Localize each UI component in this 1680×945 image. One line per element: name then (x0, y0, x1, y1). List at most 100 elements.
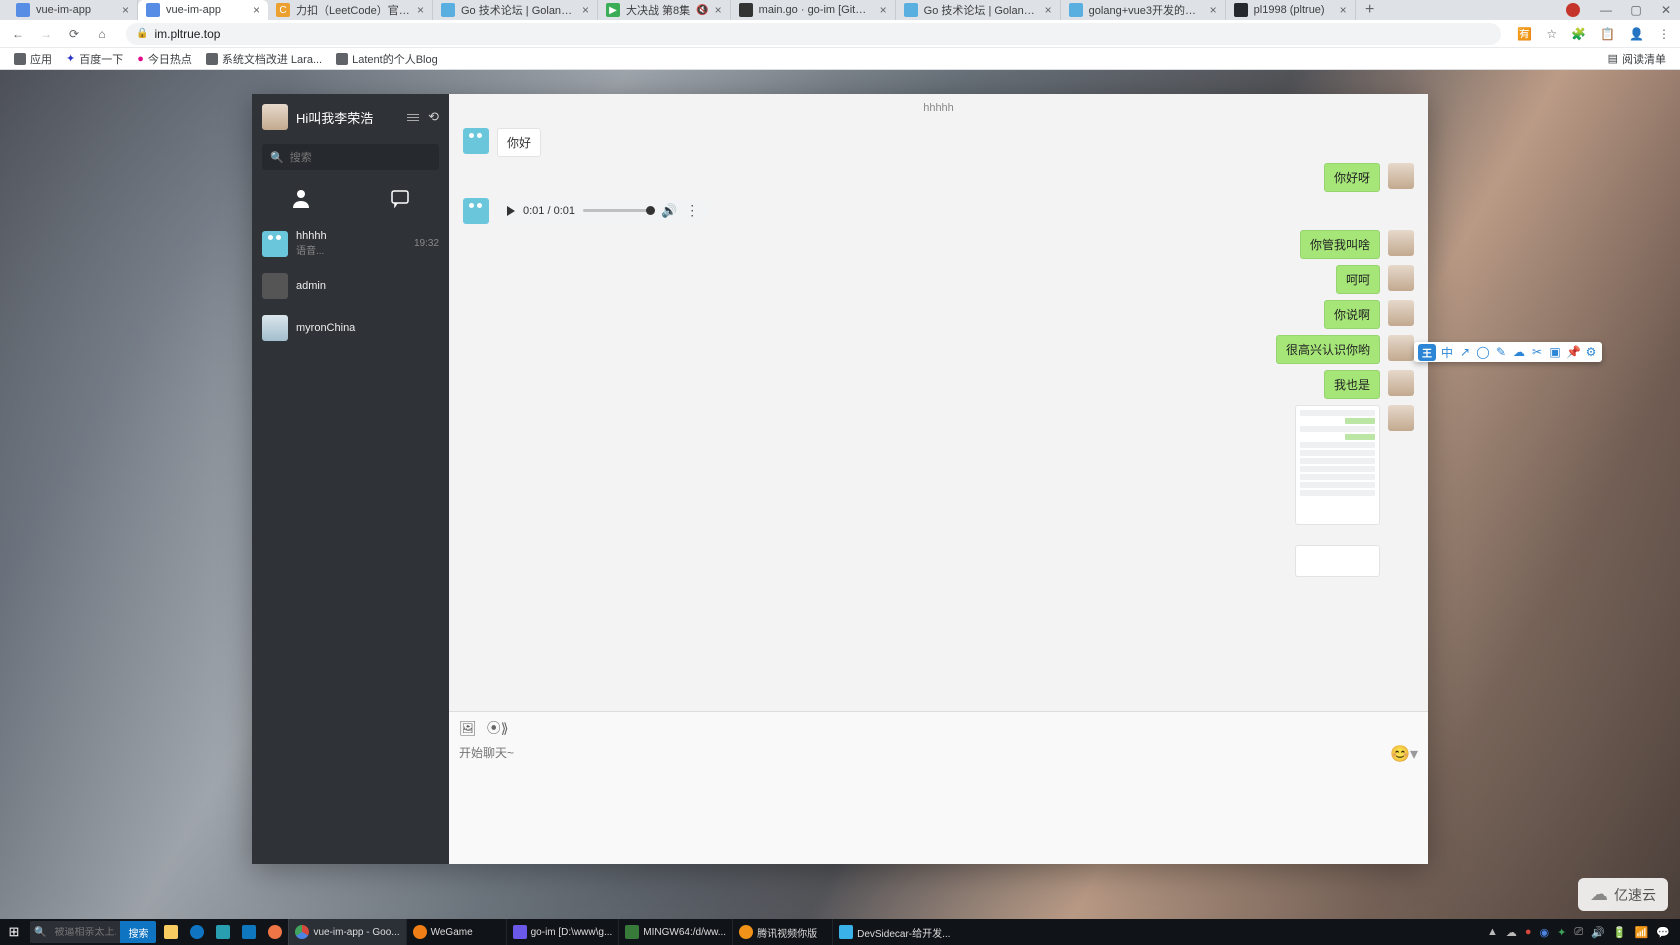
tab-5[interactable]: main.go · go-im [GitHub] - V× (731, 0, 896, 20)
close-icon[interactable]: × (1045, 4, 1052, 16)
refresh-icon[interactable]: ⟲ (428, 109, 439, 125)
close-icon[interactable]: × (253, 4, 260, 16)
contact-item-hhhhh[interactable]: hhhhh语音... 19:32 (252, 222, 449, 265)
image-thumbnail[interactable] (1295, 405, 1380, 525)
image-upload-icon[interactable]: 🖼 (459, 720, 477, 737)
system-tray[interactable]: ▲ ☁ ● ◉ ✦ ⎚ 🔊 🔋 📶 💬 (1477, 919, 1680, 945)
pinned-app[interactable] (210, 919, 236, 945)
pinned-explorer[interactable] (158, 919, 184, 945)
url-field[interactable]: 🔒 im.pltrue.top (126, 23, 1501, 45)
taskbar-app-wegame[interactable]: WeGame (406, 919, 506, 945)
taskbar-app-mingw[interactable]: MINGW64:/d/ww... (618, 919, 732, 945)
screenshot-toolbar[interactable]: 王 中 ↗ ◯ ✎ ☁ ✂ ▣ 📌 ⚙ (1414, 342, 1602, 362)
tray-icon[interactable]: 🔊 (1591, 926, 1605, 939)
home-button[interactable]: ⌂ (94, 27, 110, 41)
minimize-button[interactable]: — (1592, 3, 1620, 17)
kebab-menu-icon[interactable]: ⋮ (1658, 27, 1670, 41)
pinned-firefox[interactable] (262, 919, 288, 945)
tray-icon[interactable]: 🔋 (1613, 926, 1627, 939)
image-thumbnail[interactable] (1295, 545, 1380, 577)
reload-button[interactable]: ⟳ (66, 27, 82, 41)
tray-icon[interactable]: ▲ (1487, 926, 1498, 938)
close-icon[interactable]: × (715, 4, 722, 16)
search-icon: 🔍 (270, 151, 284, 164)
taskbar-search[interactable]: 🔍 搜索 (30, 921, 156, 943)
tool-settings-icon[interactable]: ⚙ (1584, 345, 1598, 359)
tab-7[interactable]: golang+vue3开发的一个im及× (1061, 0, 1226, 20)
tray-icon[interactable]: 📶 (1635, 926, 1649, 939)
tray-icon[interactable]: ⎚ (1574, 926, 1583, 939)
pinned-vscode[interactable] (236, 919, 262, 945)
audio-track[interactable] (583, 209, 653, 212)
tool-pen-icon[interactable]: ✎ (1494, 345, 1508, 359)
close-icon[interactable]: × (1340, 4, 1347, 16)
tab-1[interactable]: vue-im-app× (138, 0, 268, 20)
maximize-button[interactable]: ▢ (1622, 3, 1650, 17)
extensions-icon[interactable]: 🧩 (1571, 27, 1586, 41)
search-input[interactable]: 🔍 搜索 (262, 144, 439, 170)
bookmark-lara[interactable]: 系统文档改进 Lara... (206, 51, 322, 67)
tool-pin-icon[interactable]: 📌 (1566, 345, 1580, 359)
tab-0[interactable]: vue-im-app× (8, 0, 138, 20)
close-icon[interactable]: × (1210, 4, 1217, 16)
start-button[interactable]: ⊞ (0, 919, 28, 945)
taskbar-app-devsidecar[interactable]: DevSidecar-给开发... (832, 919, 956, 945)
close-icon[interactable]: × (582, 4, 589, 16)
profile-icon[interactable]: 👤 (1629, 27, 1644, 41)
contact-item-myronchina[interactable]: myronChina (252, 307, 449, 349)
back-button[interactable]: ← (10, 27, 26, 41)
tab-6[interactable]: Go 技术论坛 | Golang / Go 语× (896, 0, 1061, 20)
tray-icon[interactable]: ● (1525, 926, 1532, 938)
message-input[interactable] (459, 744, 1390, 824)
taskbar-app-chrome[interactable]: vue-im-app - Goo... (288, 919, 405, 945)
chats-tab[interactable] (380, 188, 420, 208)
tool-cut-icon[interactable]: ✂ (1530, 345, 1544, 359)
bookmark-star-icon[interactable]: ☆ (1546, 27, 1557, 41)
close-icon[interactable]: × (417, 4, 424, 16)
tool-cloud-icon[interactable]: ☁ (1512, 345, 1526, 359)
reading-list-button[interactable]: ▤阅读清单 (1608, 51, 1666, 67)
contact-item-admin[interactable]: admin (252, 265, 449, 307)
tray-icon[interactable]: 💬 (1656, 926, 1670, 939)
menu-icon[interactable] (406, 114, 420, 121)
contacts-tab[interactable] (281, 188, 321, 208)
extension-icon[interactable]: 📋 (1600, 27, 1615, 41)
bookmark-latent[interactable]: Latent的个人Blog (336, 51, 438, 67)
tab-2[interactable]: C力扣（LeetCode）官网 - 全球× (268, 0, 433, 20)
tray-icon[interactable]: ☁ (1506, 926, 1517, 939)
tool-save-icon[interactable]: ▣ (1548, 345, 1562, 359)
emoji-picker-icon[interactable]: 😊▾ (1390, 744, 1418, 764)
tool-arrow-icon[interactable]: ↗ (1458, 345, 1472, 359)
more-icon[interactable]: ⋮ (685, 202, 699, 219)
forward-button[interactable]: → (38, 27, 54, 41)
close-window-button[interactable]: ✕ (1652, 3, 1680, 17)
new-tab-button[interactable]: + (1356, 0, 1384, 20)
voice-record-icon[interactable]: ⦿⟫ (487, 718, 509, 738)
message-bubble: 你好 (497, 128, 541, 157)
taskbar-app-goland[interactable]: go-im [D:\www\g... (506, 919, 619, 945)
audio-icon[interactable]: 🔇 (696, 5, 708, 16)
bookmark-hot[interactable]: ●今日热点 (137, 51, 192, 67)
self-avatar[interactable] (262, 104, 288, 130)
taskbar-search-input[interactable] (50, 927, 120, 938)
close-icon[interactable]: × (122, 4, 129, 16)
tray-icon[interactable]: ◉ (1540, 926, 1550, 939)
tab-3[interactable]: Go 技术论坛 | Golang / Go 语× (433, 0, 598, 20)
tool-text-icon[interactable]: 中 (1440, 344, 1454, 361)
audio-player[interactable]: 0:01 / 0:01 🔊 ⋮ (497, 198, 709, 223)
tab-4[interactable]: ▶大决战 第8集🔇× (598, 0, 731, 20)
close-icon[interactable]: × (880, 4, 887, 16)
taskbar-search-button[interactable]: 搜索 (120, 921, 156, 943)
pinned-edge[interactable] (184, 919, 210, 945)
play-icon[interactable] (507, 206, 515, 216)
volume-icon[interactable]: 🔊 (661, 203, 677, 219)
taskbar-app-tencent-video[interactable]: 腾讯视频你版 (732, 919, 832, 945)
bookmark-baidu[interactable]: ✦百度一下 (66, 51, 123, 67)
tab-8[interactable]: pl1998 (pltrue)× (1226, 0, 1356, 20)
toolbar-badge[interactable]: 王 (1418, 344, 1436, 361)
translate-icon[interactable]: 🈶 (1517, 27, 1532, 41)
message-list[interactable]: 你好 你好呀 0:01 / 0:01 🔊 ⋮ (449, 122, 1428, 711)
apps-button[interactable]: 应用 (14, 51, 52, 67)
tool-circle-icon[interactable]: ◯ (1476, 345, 1490, 359)
tray-icon[interactable]: ✦ (1557, 926, 1566, 939)
